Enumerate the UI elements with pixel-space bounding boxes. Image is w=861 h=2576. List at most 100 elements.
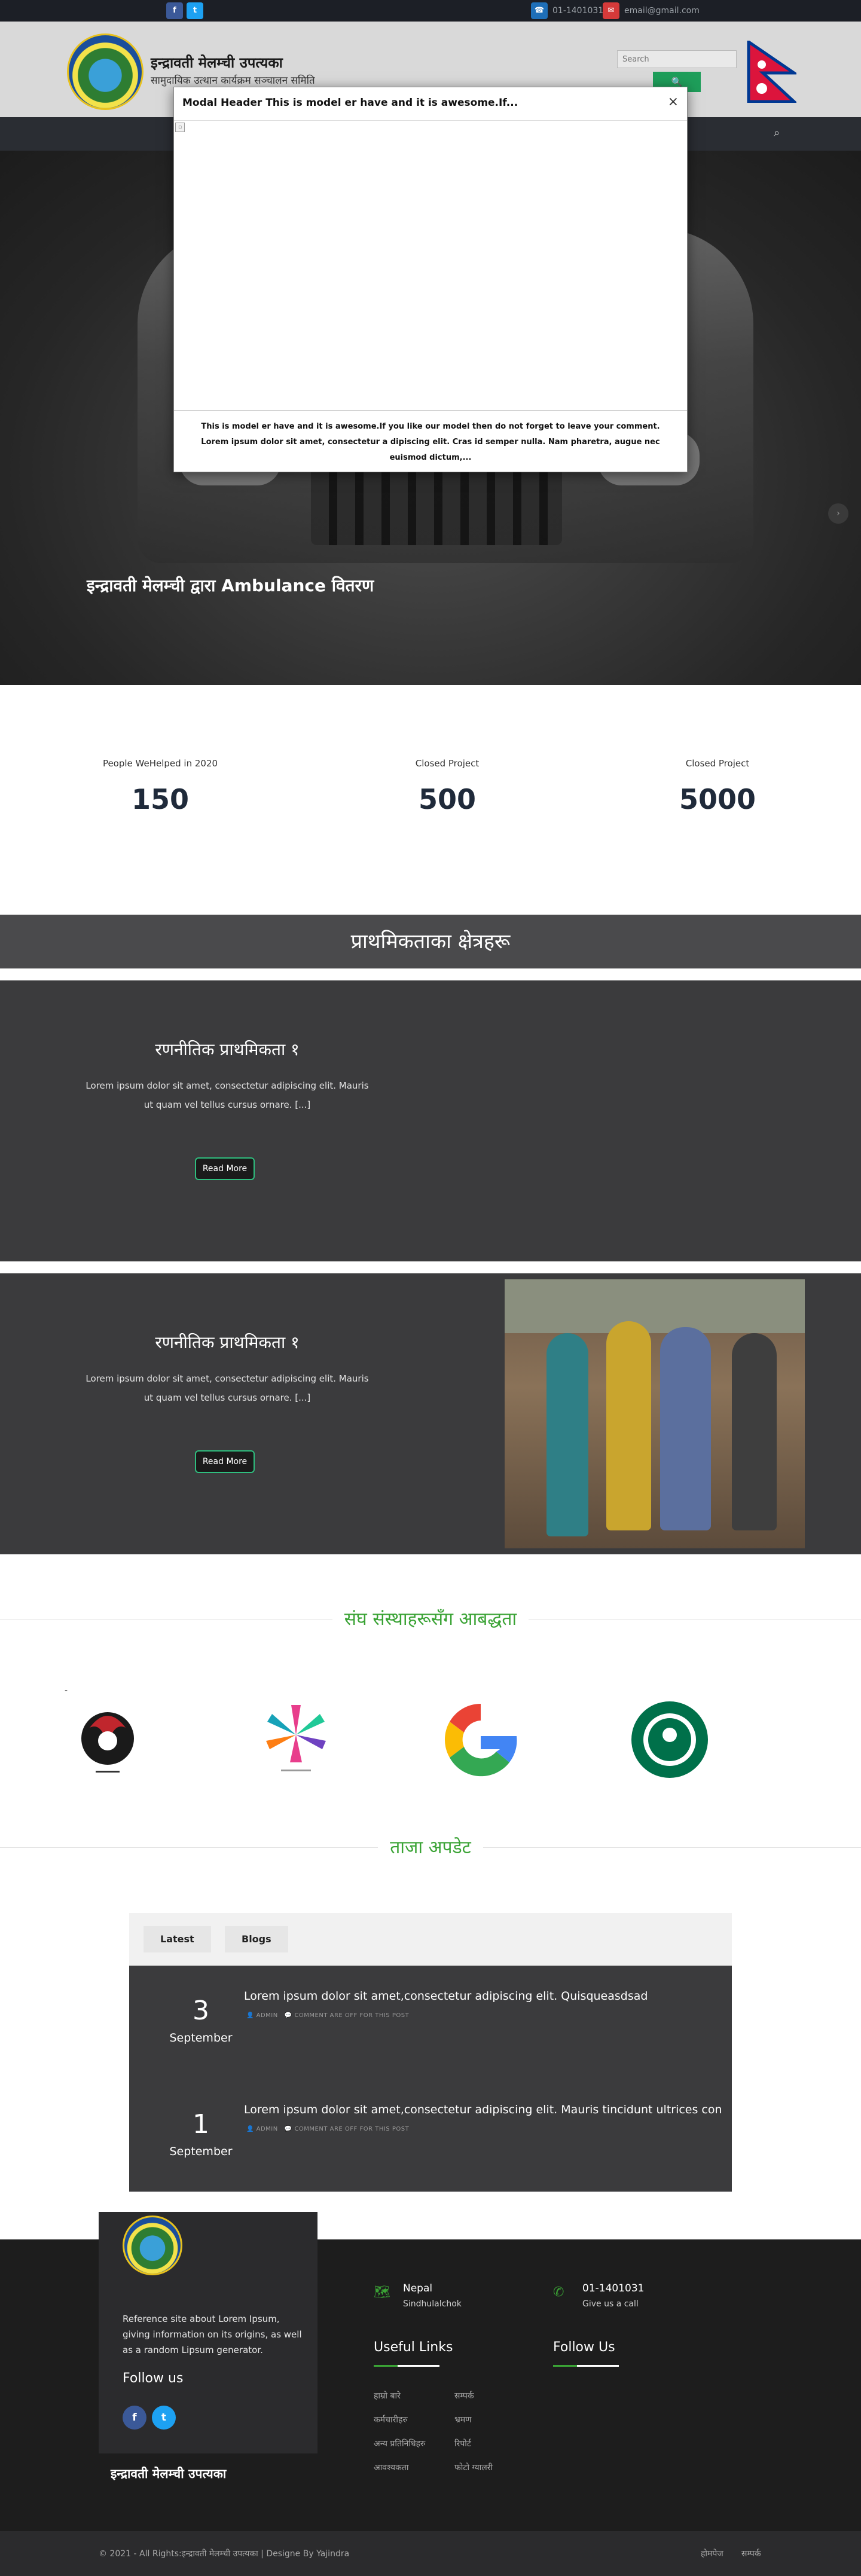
dragon-logo-icon[interactable] <box>60 1692 155 1787</box>
news-comments: COMMENT ARE OFF FOR THIS POST <box>294 2126 410 2132</box>
topbar-phone[interactable]: ☎ 01-1401031 <box>531 2 603 19</box>
close-icon[interactable]: × <box>668 94 679 109</box>
news-meta: 👤 ADMIN 💬 COMMENT ARE OFF FOR THIS POST <box>246 2012 409 2019</box>
news-item[interactable]: 3 September Lorem ipsum dolor sit amet,c… <box>129 1966 732 2073</box>
modal-header: Modal Header This is model er have and i… <box>174 87 687 121</box>
nepal-flag-icon <box>747 41 796 103</box>
footer-link[interactable]: आवश्यकता <box>374 2462 409 2473</box>
stat-value: 150 <box>131 783 190 815</box>
search-input[interactable] <box>617 50 737 68</box>
news-meta: 👤 ADMIN 💬 COMMENT ARE OFF FOR THIS POST <box>246 2126 409 2132</box>
footer-org-name: इन्द्रावती मेलम्ची उपत्यका <box>111 2467 227 2481</box>
news-month: September <box>169 2031 233 2045</box>
twitter-icon[interactable]: t <box>187 2 203 19</box>
site-title[interactable]: इन्द्रावती मेलम्ची उपत्यका <box>151 53 283 72</box>
footer-link[interactable]: हाम्रो बारे <box>374 2390 401 2401</box>
news-item[interactable]: 1 September Lorem ipsum dolor sit amet,c… <box>129 2079 732 2187</box>
useful-links-underline <box>374 2365 439 2367</box>
news-author: ADMIN <box>256 2126 278 2132</box>
news-title[interactable]: Lorem ipsum dolor sit amet,consectetur a… <box>244 2103 722 2116</box>
updates-tabs: Latest Blogs <box>129 1913 732 1966</box>
updates-heading: ताजा अपडेट <box>0 1834 861 1859</box>
topbar-email[interactable]: ✉ email@gmail.com <box>603 2 700 19</box>
comment-icon: 💬 <box>284 2012 292 2019</box>
hero-image-grille <box>311 462 562 545</box>
modal-title: Modal Header This is model er have and i… <box>182 97 518 109</box>
footer-link[interactable]: भ्रमण <box>454 2414 471 2425</box>
footer-location-title: Nepal <box>403 2282 433 2294</box>
footer-follow-label: Follow us <box>123 2371 184 2386</box>
footer-link[interactable]: फोटो ग्यालरी <box>454 2462 493 2473</box>
priority-card: रणनीतिक प्राथमिकता १ Lorem ipsum dolor s… <box>0 980 861 1261</box>
read-more-button[interactable]: Read More <box>195 1157 255 1180</box>
stat-value: 500 <box>418 783 477 815</box>
flower-logo-icon[interactable] <box>248 1692 344 1787</box>
announcement-modal: Modal Header This is model er have and i… <box>173 87 688 472</box>
stat-block: People WeHelped in 2020 150 <box>71 758 250 815</box>
photo-figure <box>732 1333 777 1530</box>
news-title[interactable]: Lorem ipsum dolor sit amet,consectetur a… <box>244 1990 722 2003</box>
footer-about-text: Reference site about Lorem Ipsum, giving… <box>123 2314 302 2355</box>
broken-image-icon: ▫ <box>175 123 185 132</box>
footer-phone-title[interactable]: 01-1401031 <box>582 2282 644 2294</box>
read-more-button[interactable]: Read More <box>195 1450 255 1473</box>
stat-value: 5000 <box>679 783 756 815</box>
priorities-heading: प्राथमिकताका क्षेत्रहरू <box>0 915 861 968</box>
news-day: 1 <box>193 2109 209 2140</box>
footer-link[interactable]: सम्पर्क <box>454 2390 474 2401</box>
updates-heading-text: ताजा अपडेट <box>378 1837 483 1858</box>
bottom-link-contact[interactable]: सम्पर्क <box>741 2548 761 2559</box>
user-icon: 👤 <box>246 2012 254 2019</box>
footer-link[interactable]: कर्मचारीहरु <box>374 2414 408 2425</box>
copyright-text: © 2021 - All Rights:इन्द्रावती मेलम्ची उ… <box>99 2549 350 2559</box>
facebook-icon[interactable]: f <box>166 2 183 19</box>
nav-search-icon[interactable]: ⌕ <box>774 127 780 139</box>
footer-location-sub: Sindhulalchok <box>403 2299 462 2309</box>
bottom-link-home[interactable]: होमपेज <box>701 2548 723 2559</box>
photo-background <box>505 1279 805 1333</box>
footer-link[interactable]: अन्य प्रतिनिधिहरु <box>374 2438 425 2449</box>
comment-icon: 💬 <box>284 2126 292 2132</box>
copyright-bar: © 2021 - All Rights:इन्द्रावती मेलम्ची उ… <box>0 2531 861 2576</box>
map-icon: 🗺 <box>374 2285 390 2300</box>
modal-body-text: This is model er have and it is awesome.… <box>201 422 660 462</box>
news-comments: COMMENT ARE OFF FOR THIS POST <box>294 2012 410 2019</box>
partners-heading: संघ संस्थाहरूसँग आबद्धता <box>0 1606 861 1630</box>
tab-latest[interactable]: Latest <box>144 1926 211 1952</box>
footer-twitter-icon[interactable]: t <box>152 2406 176 2430</box>
site-logo[interactable] <box>67 33 144 110</box>
useful-links-underline-accent <box>374 2365 398 2367</box>
site-subtitle: सामुदायिक उत्थान कार्यक्रम सञ्चालन समिति <box>151 75 315 87</box>
partners-heading-text: संघ संस्थाहरूसँग आबद्धता <box>332 1609 529 1630</box>
footer-logo[interactable] <box>123 2216 182 2275</box>
slider-next-arrow-icon[interactable]: › <box>828 503 848 524</box>
stat-label: People WeHelped in 2020 <box>102 758 218 769</box>
topbar-email-text: email@gmail.com <box>624 6 700 16</box>
phone-icon: ✆ <box>553 2285 564 2300</box>
stat-block: Closed Project 5000 <box>628 758 807 815</box>
priority-title: रणनीतिक प्राथमिकता १ <box>155 1333 300 1352</box>
news-month: September <box>169 2145 233 2158</box>
footer-facebook-icon[interactable]: f <box>123 2406 146 2430</box>
footer-link[interactable]: रिपोर्ट <box>454 2438 471 2449</box>
updates-panel: Latest Blogs 3 September Lorem ipsum dol… <box>129 1913 732 2192</box>
follow-us-underline <box>553 2365 619 2367</box>
footer-phone-sub: Give us a call <box>582 2299 639 2309</box>
google-logo-icon[interactable] <box>433 1692 529 1787</box>
top-bar: f t ☎ 01-1401031 ✉ email@gmail.com <box>0 0 861 22</box>
photo-figure <box>546 1333 588 1536</box>
follow-us-heading: Follow Us <box>553 2340 615 2355</box>
news-day: 3 <box>193 1996 209 2026</box>
priority-title: रणनीतिक प्राथमिकता १ <box>155 1040 300 1059</box>
priority-text: Lorem ipsum dolor sit amet, consectetur … <box>86 1373 369 1403</box>
photo-figure <box>660 1327 711 1530</box>
priority-photo <box>505 1279 805 1548</box>
stat-label: Closed Project <box>685 758 750 769</box>
useful-links-heading: Useful Links <box>374 2340 453 2355</box>
tab-blogs[interactable]: Blogs <box>225 1926 288 1952</box>
modal-image: ▫ <box>174 121 687 411</box>
starbucks-logo-icon[interactable] <box>622 1692 718 1787</box>
topbar-phone-text: 01-1401031 <box>552 6 604 16</box>
photo-figure <box>606 1321 651 1530</box>
phone-icon: ☎ <box>531 2 548 19</box>
